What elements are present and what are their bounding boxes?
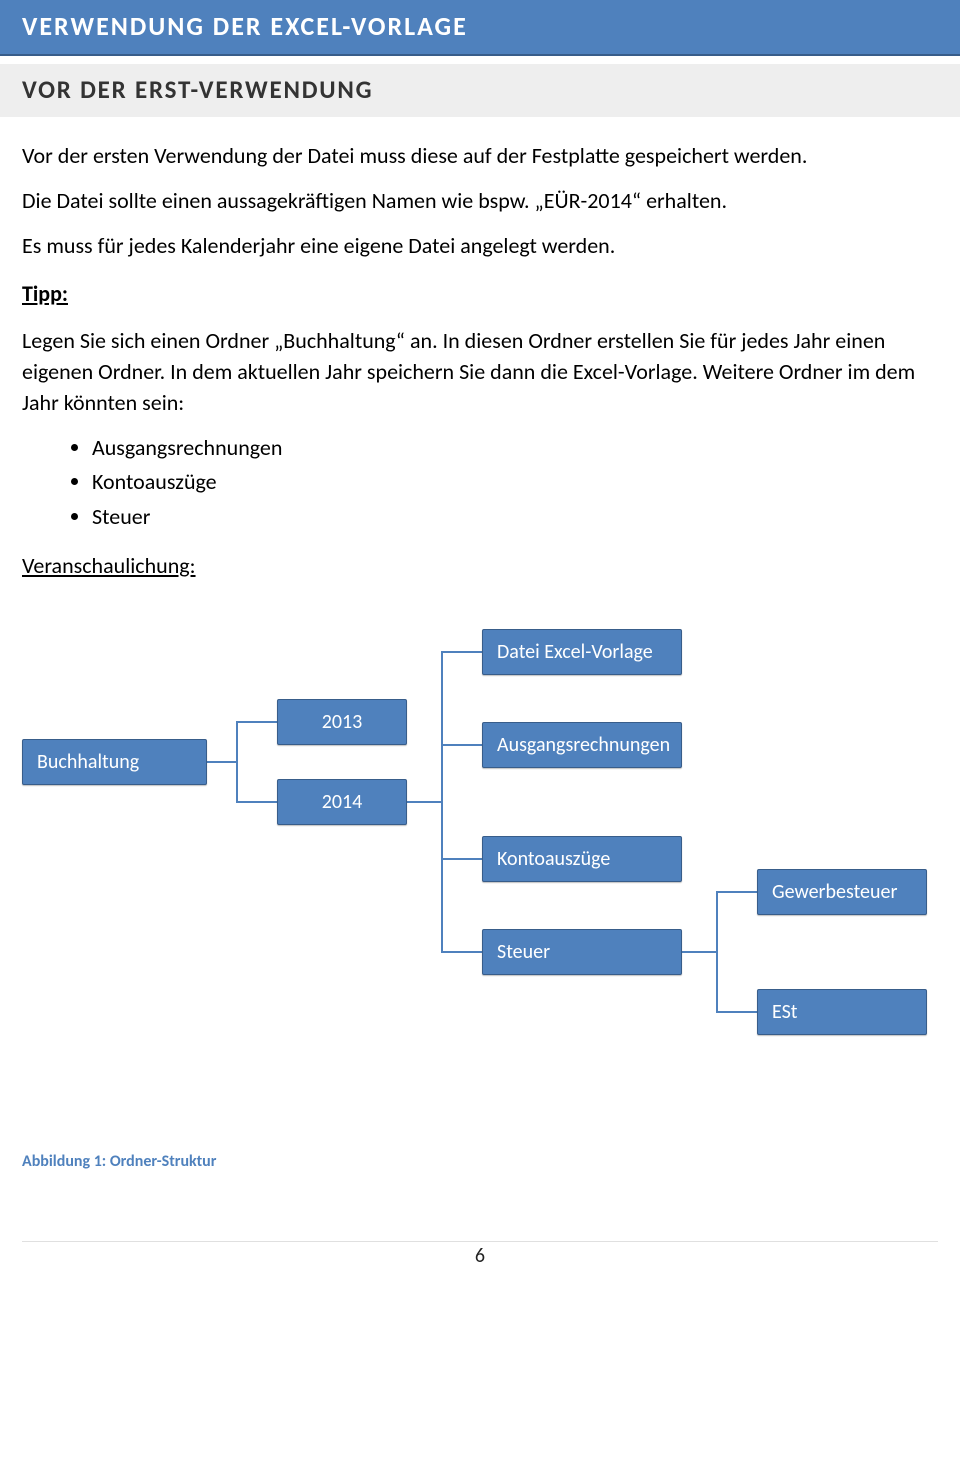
figure-caption: Abbildung 1: Ordner-Struktur [0,1122,960,1181]
node-label: Steuer [497,938,550,966]
connector-lines [22,592,938,1122]
page-title: VERWENDUNG DER EXCEL-VORLAGE [22,10,468,42]
node-label: 2013 [322,708,363,736]
content-body: Vor der ersten Verwendung der Datei muss… [0,117,960,1122]
list-item: Steuer [92,502,938,533]
section-title: VOR DER ERST-VERWENDUNG [22,74,373,105]
node-label: 2014 [322,788,363,816]
page-number: 6 [0,1244,960,1268]
node-label: ESt [772,998,797,1026]
footer-divider [22,1241,938,1242]
paragraph: Vor der ersten Verwendung der Datei muss… [22,141,938,172]
diagram-node-subfolder: Steuer [482,929,682,975]
bullet-list: Ausgangsrechnungen Kontoauszüge Steuer [22,433,938,533]
node-label: Kontoauszüge [497,845,610,873]
diagram-node-tax: ESt [757,989,927,1035]
tip-label: Tipp: [22,279,938,310]
node-label: Buchhaltung [37,748,139,776]
node-label: Gewerbesteuer [772,878,897,906]
list-item: Ausgangsrechnungen [92,433,938,464]
diagram-node-tax: Gewerbesteuer [757,869,927,915]
paragraph: Es muss für jedes Kalenderjahr eine eige… [22,231,938,262]
diagram-node-subfolder: Datei Excel-Vorlage [482,629,682,675]
diagram-node-subfolder: Kontoauszüge [482,836,682,882]
node-label: Datei Excel-Vorlage [497,638,653,666]
section-header: VOR DER ERST-VERWENDUNG [0,64,960,117]
node-label: Ausgangsrechnungen [497,731,670,759]
page-header: VERWENDUNG DER EXCEL-VORLAGE [0,0,960,56]
paragraph: Legen Sie sich einen Ordner „Buchhaltung… [22,326,938,418]
illustration-label: Veranschaulichung: [22,551,938,582]
folder-diagram: Buchhaltung 2013 2014 Datei Excel-Vorlag… [22,592,938,1122]
diagram-node-root: Buchhaltung [22,739,207,785]
diagram-node-year: 2013 [277,699,407,745]
paragraph: Die Datei sollte einen aussagekräftigen … [22,186,938,217]
diagram-node-year: 2014 [277,779,407,825]
list-item: Kontoauszüge [92,467,938,498]
diagram-node-subfolder: Ausgangsrechnungen [482,722,682,768]
